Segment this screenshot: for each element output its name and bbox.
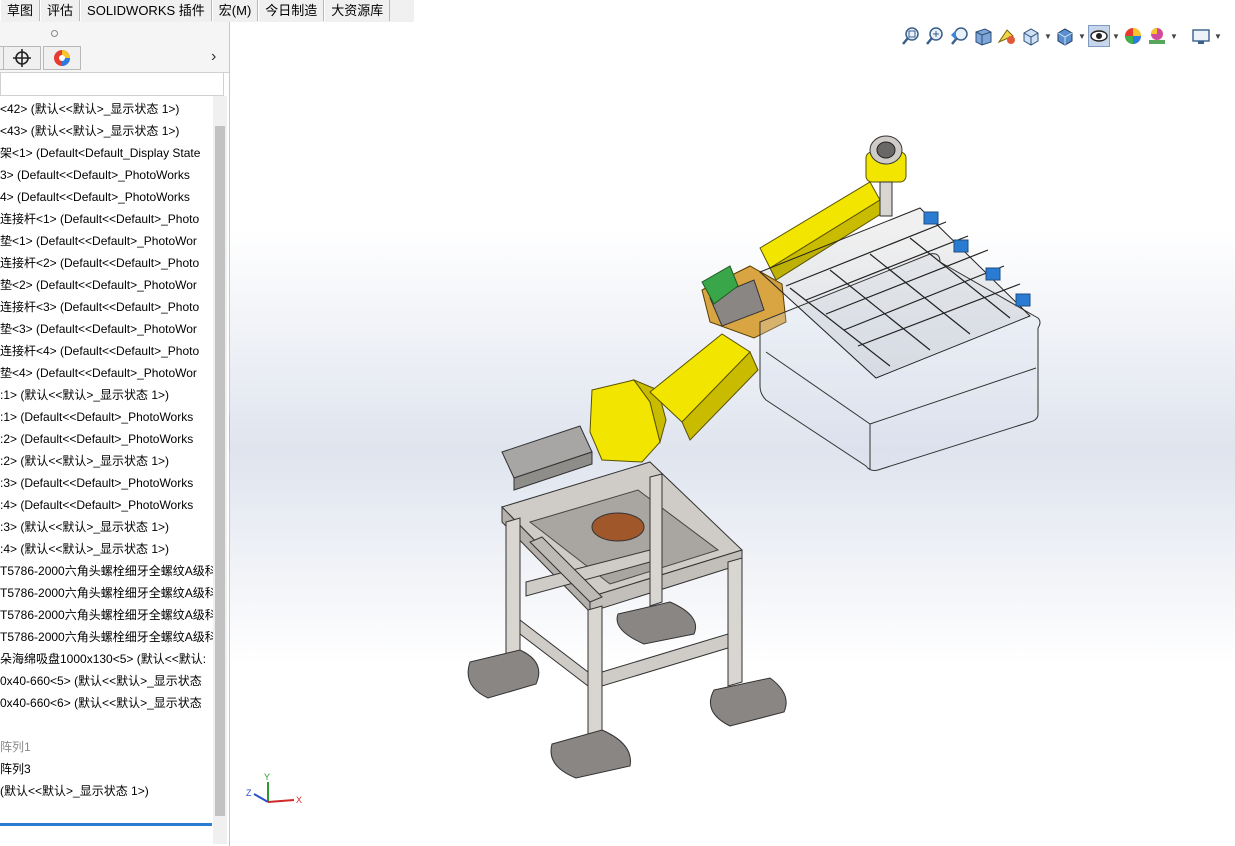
tree-item[interactable]: :1> (默认<<默认>_显示状态 1>) bbox=[0, 384, 216, 406]
tree-item[interactable] bbox=[0, 714, 216, 736]
tree-item[interactable]: 阵列3 bbox=[0, 758, 216, 780]
tree-item[interactable]: 连接杆<2> (Default<<Default>_Photo bbox=[0, 252, 216, 274]
triad-x-label: X bbox=[296, 795, 302, 805]
coordinate-triad: Y X Z bbox=[246, 772, 302, 805]
model-view: Y X Z bbox=[246, 135, 1041, 805]
crosshair-icon bbox=[13, 49, 31, 67]
tree-item[interactable]: :4> (默认<<默认>_显示状态 1>) bbox=[0, 538, 216, 560]
command-manager-tabs: 草图 评估 SOLIDWORKS 插件 宏(M) 今日制造 大资源库 bbox=[0, 0, 414, 23]
tree-item[interactable]: T5786-2000六角头螺栓细牙全螺纹A级科 bbox=[0, 582, 216, 604]
tree-filter-input[interactable] bbox=[0, 72, 224, 96]
tab-dimxpert-manager[interactable] bbox=[3, 46, 41, 70]
tree-item[interactable]: T5786-2000六角头螺栓细牙全螺纹A级科 bbox=[0, 604, 216, 626]
feature-manager-panel: › <42> (默认<<默认>_显示状态 1>) <43> (默认<<默认>_显示… bbox=[0, 22, 230, 846]
tab-solidworks-addins[interactable]: SOLIDWORKS 插件 bbox=[80, 0, 212, 21]
panel-grip[interactable] bbox=[0, 22, 229, 44]
graphics-area[interactable]: ▼ ▼ ▼ ▼ ▼ Y X Z bbox=[230, 22, 1235, 846]
tree-item[interactable]: :4> (Default<<Default>_PhotoWorks bbox=[0, 494, 216, 516]
tree-item[interactable]: <42> (默认<<默认>_显示状态 1>) bbox=[0, 98, 216, 120]
tab-macro[interactable]: 宏(M) bbox=[211, 0, 259, 21]
tab-evaluate[interactable]: 评估 bbox=[40, 0, 81, 21]
tree-item[interactable]: 3> (Default<<Default>_PhotoWorks bbox=[0, 164, 216, 186]
rollback-bar[interactable] bbox=[0, 823, 212, 826]
tree-item[interactable]: (默认<<默认>_显示状态 1>) bbox=[0, 780, 216, 802]
tab-display-manager[interactable] bbox=[43, 46, 81, 70]
tree-item[interactable]: :3> (默认<<默认>_显示状态 1>) bbox=[0, 516, 216, 538]
tree-item[interactable]: 垫<1> (Default<<Default>_PhotoWor bbox=[0, 230, 216, 252]
appearance-ball-icon bbox=[54, 50, 70, 66]
tree-item[interactable]: 连接杆<3> (Default<<Default>_Photo bbox=[0, 296, 216, 318]
tab-sketch[interactable]: 草图 bbox=[0, 0, 41, 21]
tree-item[interactable]: :1> (Default<<Default>_PhotoWorks bbox=[0, 406, 216, 428]
chevron-right-icon[interactable]: › bbox=[211, 48, 216, 66]
feature-tree: <42> (默认<<默认>_显示状态 1>) <43> (默认<<默认>_显示状态… bbox=[0, 98, 216, 808]
grip-dot-icon bbox=[51, 30, 58, 37]
tree-item[interactable]: :3> (Default<<Default>_PhotoWorks bbox=[0, 472, 216, 494]
manager-tabs: › bbox=[0, 44, 229, 73]
tree-item[interactable]: 架<1> (Default<Default_Display State bbox=[0, 142, 216, 164]
tree-item[interactable]: 0x40-660<5> (默认<<默认>_显示状态 bbox=[0, 670, 216, 692]
tree-scrollbar[interactable] bbox=[213, 96, 227, 844]
tab-today-manufacturing[interactable]: 今日制造 bbox=[258, 0, 325, 21]
robot-base-stand bbox=[467, 461, 787, 779]
tree-item[interactable]: 连接杆<1> (Default<<Default>_Photo bbox=[0, 208, 216, 230]
tree-scrollbar-thumb[interactable] bbox=[215, 126, 225, 816]
tree-item[interactable]: 阵列1 bbox=[0, 736, 216, 758]
tree-item[interactable]: <43> (默认<<默认>_显示状态 1>) bbox=[0, 120, 216, 142]
tree-item[interactable]: 连接杆<4> (Default<<Default>_Photo bbox=[0, 340, 216, 362]
tree-item[interactable]: :2> (Default<<Default>_PhotoWorks bbox=[0, 428, 216, 450]
tree-item[interactable]: 垫<4> (Default<<Default>_PhotoWor bbox=[0, 362, 216, 384]
tree-item[interactable]: 4> (Default<<Default>_PhotoWorks bbox=[0, 186, 216, 208]
tree-item[interactable]: 朵海绵吸盘1000x130<5> (默认<<默认: bbox=[0, 648, 216, 670]
tree-item[interactable]: 0x40-660<6> (默认<<默认>_显示状态 bbox=[0, 692, 216, 714]
tree-item[interactable]: 垫<3> (Default<<Default>_PhotoWor bbox=[0, 318, 216, 340]
tree-item[interactable]: :2> (默认<<默认>_显示状态 1>) bbox=[0, 450, 216, 472]
tree-item[interactable]: T5786-2000六角头螺栓细牙全螺纹A级科 bbox=[0, 560, 216, 582]
triad-z-label: Z bbox=[246, 788, 252, 798]
triad-y-label: Y bbox=[264, 772, 270, 782]
tab-resource-library[interactable]: 大资源库 bbox=[324, 0, 391, 21]
tree-item[interactable]: 垫<2> (Default<<Default>_PhotoWor bbox=[0, 274, 216, 296]
tree-item[interactable]: T5786-2000六角头螺栓细牙全螺纹A级科 bbox=[0, 626, 216, 648]
